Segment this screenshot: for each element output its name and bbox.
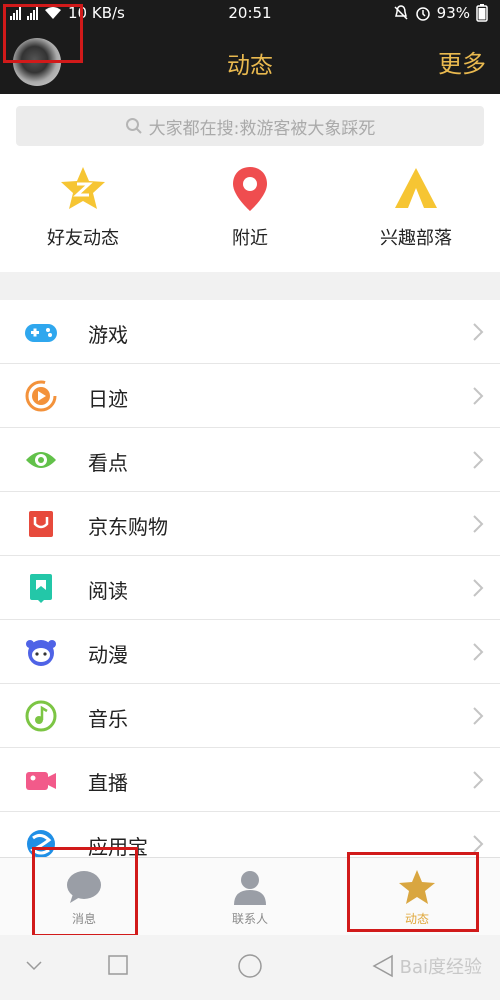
book-icon bbox=[30, 574, 52, 603]
alarm-icon bbox=[415, 7, 430, 21]
chevron-right-icon bbox=[473, 515, 484, 533]
location-pin-icon bbox=[233, 167, 267, 211]
list-item-diary[interactable]: 日迹 bbox=[0, 364, 500, 428]
list-item-label: 直播 bbox=[88, 771, 128, 795]
tent-icon bbox=[395, 168, 437, 208]
search-bar[interactable]: 大家都在搜:救游客被大象踩死 bbox=[16, 106, 484, 146]
gamepad-icon bbox=[25, 324, 57, 342]
system-nav-bar: Bai度经验 bbox=[0, 935, 500, 1000]
chevron-right-icon bbox=[473, 643, 484, 661]
tab-contacts[interactable]: 联系人 bbox=[190, 858, 310, 936]
quick-item-friend-feed[interactable]: 好友动态 bbox=[13, 164, 153, 250]
list-item-label: 京东购物 bbox=[88, 515, 168, 539]
feed-highlight-box bbox=[347, 852, 479, 932]
eye-icon bbox=[26, 452, 56, 468]
list-item-label: 阅读 bbox=[88, 579, 128, 603]
search-icon bbox=[125, 118, 142, 134]
status-right: 93% bbox=[393, 4, 488, 22]
avatar-highlight-box bbox=[3, 4, 83, 63]
chevron-right-icon bbox=[473, 451, 484, 469]
chevron-right-icon bbox=[473, 835, 484, 853]
list-item-jd-shopping[interactable]: 京东购物 bbox=[0, 492, 500, 556]
triangle-back-icon[interactable] bbox=[372, 954, 394, 978]
list-item-music[interactable]: 音乐 bbox=[0, 684, 500, 748]
mute-bell-icon bbox=[394, 5, 408, 20]
video-camera-icon bbox=[26, 772, 56, 790]
quick-label: 好友动态 bbox=[47, 228, 119, 249]
list-item-reading[interactable]: 阅读 bbox=[0, 556, 500, 620]
list-item-game[interactable]: 游戏 bbox=[0, 300, 500, 364]
tab-label: 联系人 bbox=[231, 912, 268, 926]
battery-icon bbox=[476, 4, 488, 22]
chevron-right-icon bbox=[473, 579, 484, 597]
watermark: Bai度经验 bbox=[399, 957, 482, 978]
chevron-down-icon[interactable] bbox=[26, 961, 42, 971]
quick-label: 兴趣部落 bbox=[380, 228, 452, 249]
battery-percent: 93% bbox=[436, 4, 470, 22]
list-item-label: 动漫 bbox=[88, 643, 128, 667]
section-divider bbox=[0, 272, 500, 300]
feature-list: 游戏 日迹 看点 京东购物 阅读 动漫 音乐 直播 应用宝 bbox=[0, 300, 500, 876]
chevron-right-icon bbox=[473, 387, 484, 405]
more-button[interactable]: 更多 bbox=[438, 44, 486, 79]
cartoon-face-icon bbox=[26, 640, 56, 666]
person-icon bbox=[234, 871, 266, 905]
friend-feed-star-icon bbox=[61, 167, 105, 209]
music-note-icon bbox=[25, 700, 57, 732]
list-item-live[interactable]: 直播 bbox=[0, 748, 500, 812]
list-item-label: 日迹 bbox=[88, 387, 128, 411]
chevron-right-icon bbox=[473, 707, 484, 725]
list-item-kandian[interactable]: 看点 bbox=[0, 428, 500, 492]
chevron-right-icon bbox=[473, 771, 484, 789]
quick-item-interest-tribe[interactable]: 兴趣部落 bbox=[346, 164, 486, 250]
play-circle-icon bbox=[25, 380, 57, 412]
quick-entries: 好友动态 附近 兴趣部落 bbox=[0, 160, 500, 272]
list-item-label: 音乐 bbox=[88, 707, 128, 731]
quick-label: 附近 bbox=[232, 228, 268, 249]
quick-item-nearby[interactable]: 附近 bbox=[180, 164, 320, 250]
list-item-label: 游戏 bbox=[88, 323, 128, 347]
list-item-anime[interactable]: 动漫 bbox=[0, 620, 500, 684]
list-item-label: 看点 bbox=[88, 451, 128, 475]
messages-highlight-box bbox=[32, 847, 138, 937]
search-placeholder: 大家都在搜:救游客被大象踩死 bbox=[148, 118, 376, 139]
chevron-right-icon bbox=[473, 323, 484, 341]
circle-home-icon[interactable] bbox=[238, 954, 262, 978]
shopping-bag-icon bbox=[29, 511, 53, 537]
square-recent-icon[interactable] bbox=[108, 955, 128, 975]
